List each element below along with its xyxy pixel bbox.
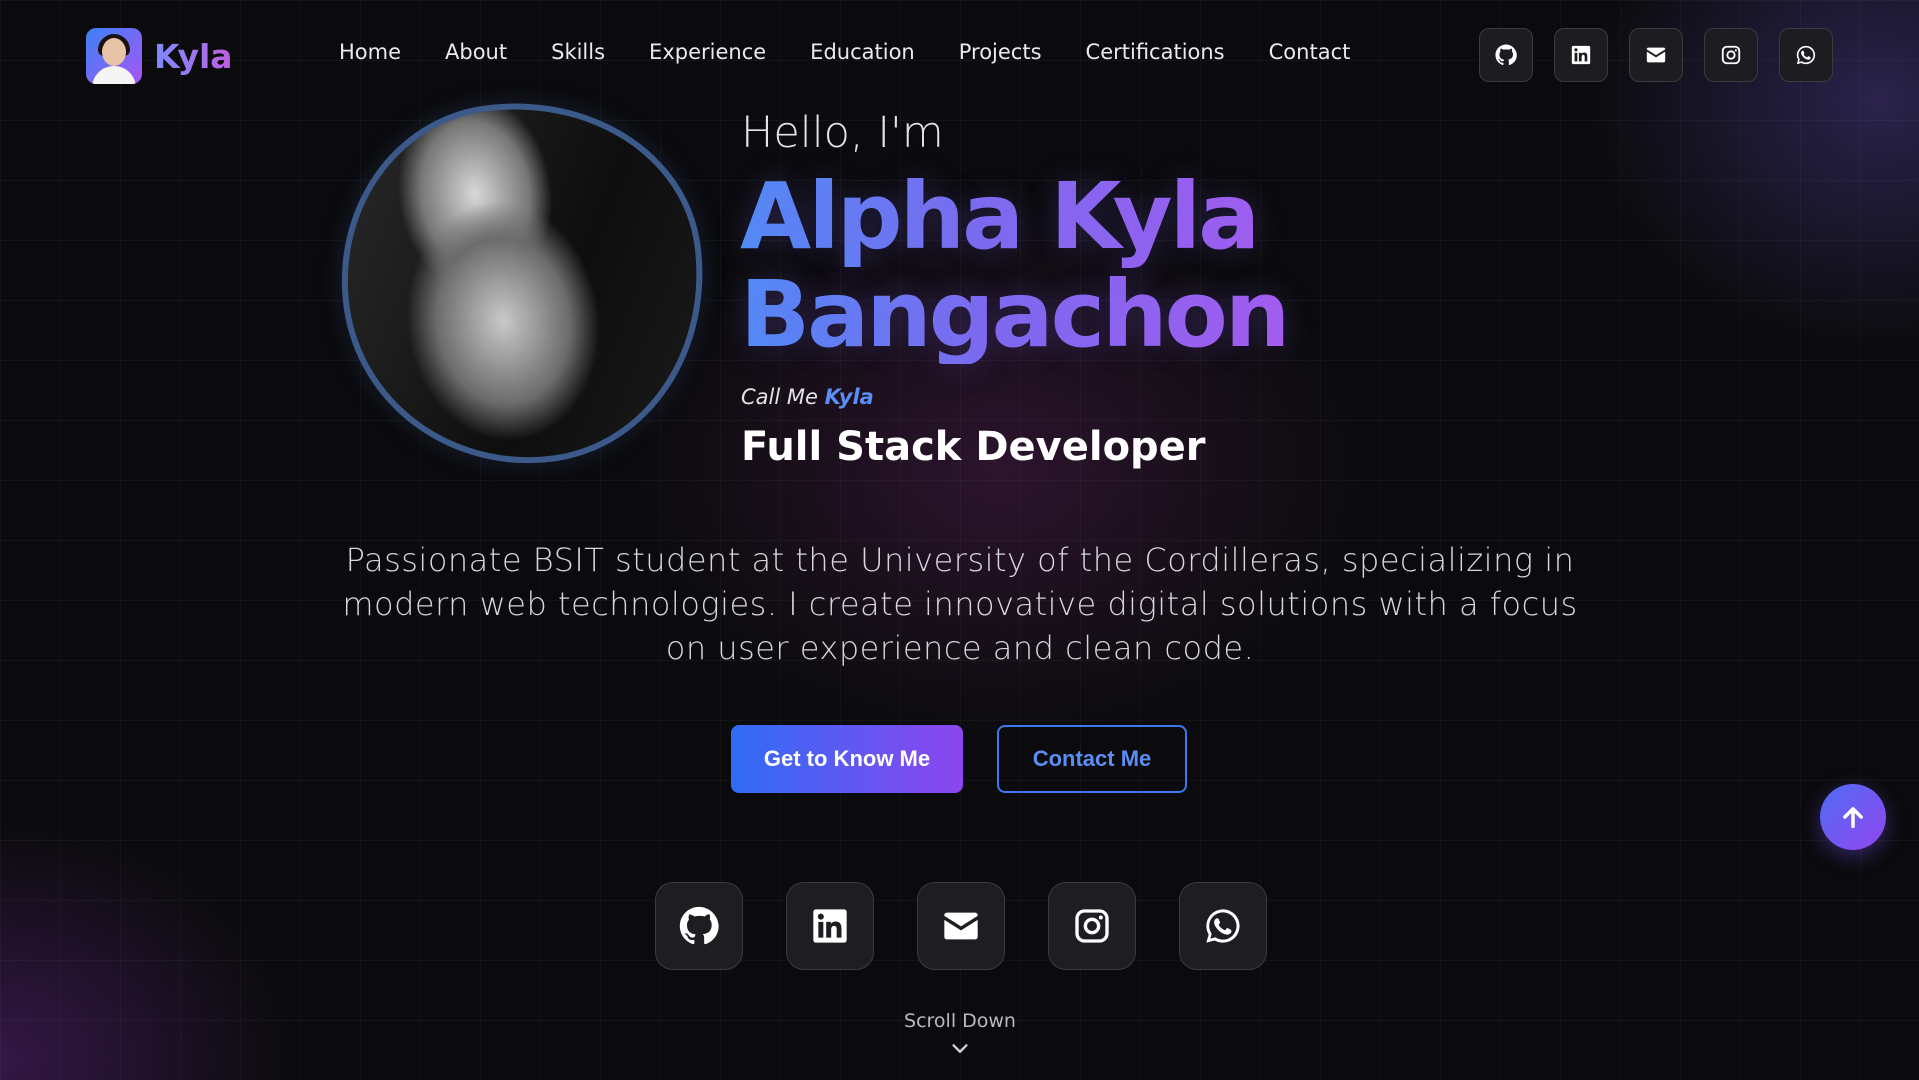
hero-name-line-2: Bangachon [740, 261, 1290, 368]
github-icon [1495, 44, 1517, 66]
chevron-down-icon [952, 1044, 968, 1053]
nav-social-links [1479, 28, 1833, 82]
email-icon [1646, 47, 1666, 63]
email-icon [944, 912, 978, 940]
nav-instagram-button[interactable] [1704, 28, 1758, 82]
nav-link-contact[interactable]: Contact [1269, 40, 1351, 64]
brand-logo-link[interactable]: Kyla [86, 28, 233, 84]
get-to-know-me-button[interactable]: Get to Know Me [731, 725, 963, 793]
nav-email-button[interactable] [1629, 28, 1683, 82]
linkedin-icon [813, 909, 847, 943]
hero-social-links [655, 882, 1267, 970]
contact-me-button[interactable]: Contact Me [997, 725, 1187, 793]
nav-link-about[interactable]: About [445, 40, 507, 64]
brand-avatar [86, 28, 142, 84]
hero-name-line-1: Alpha Kyla [740, 163, 1260, 270]
hero-github-button[interactable] [655, 882, 743, 970]
hero-linkedin-button[interactable] [786, 882, 874, 970]
brand-name: Kyla [154, 36, 233, 76]
hero-name: Alpha Kyla Bangachon [740, 163, 1290, 368]
hero-instagram-button[interactable] [1048, 882, 1136, 970]
nav-link-certifications[interactable]: Certifications [1086, 40, 1225, 64]
hero-greeting: Hello, I'm [741, 108, 944, 158]
top-navbar: Kyla Home About Skills Experience Educat… [0, 0, 1919, 112]
profile-photo [318, 78, 728, 488]
nav-github-button[interactable] [1479, 28, 1533, 82]
nav-linkedin-button[interactable] [1554, 28, 1608, 82]
nav-link-home[interactable]: Home [339, 40, 401, 64]
back-to-top-button[interactable] [1820, 784, 1886, 850]
hero-whatsapp-button[interactable] [1179, 882, 1267, 970]
nav-link-education[interactable]: Education [810, 40, 915, 64]
hero-email-button[interactable] [917, 882, 1005, 970]
linkedin-icon [1571, 45, 1591, 65]
call-me-line: Call Me Kyla [741, 385, 874, 409]
nickname: Kyla [824, 385, 874, 409]
call-me-prefix: Call Me [741, 385, 818, 409]
instagram-icon [1721, 45, 1741, 65]
instagram-icon [1075, 909, 1109, 943]
whatsapp-icon [1796, 45, 1816, 65]
scroll-down-label: Scroll Down [904, 1010, 1016, 1032]
scroll-down-indicator[interactable]: Scroll Down [860, 1010, 1060, 1060]
portfolio-page: Kyla Home About Skills Experience Educat… [0, 0, 1919, 1080]
whatsapp-icon [1206, 909, 1240, 943]
hero-role: Full Stack Developer [741, 424, 1206, 470]
hero-description: Passionate BSIT student at the Universit… [342, 541, 1578, 667]
profile-photo-frame [318, 78, 728, 488]
github-icon [679, 906, 719, 945]
nav-link-experience[interactable]: Experience [649, 40, 766, 64]
nav-whatsapp-button[interactable] [1779, 28, 1833, 82]
nav-link-projects[interactable]: Projects [959, 40, 1042, 64]
nav-links: Home About Skills Experience Education P… [339, 40, 1350, 64]
arrow-up-icon [1843, 807, 1863, 829]
nav-link-skills[interactable]: Skills [551, 40, 605, 64]
